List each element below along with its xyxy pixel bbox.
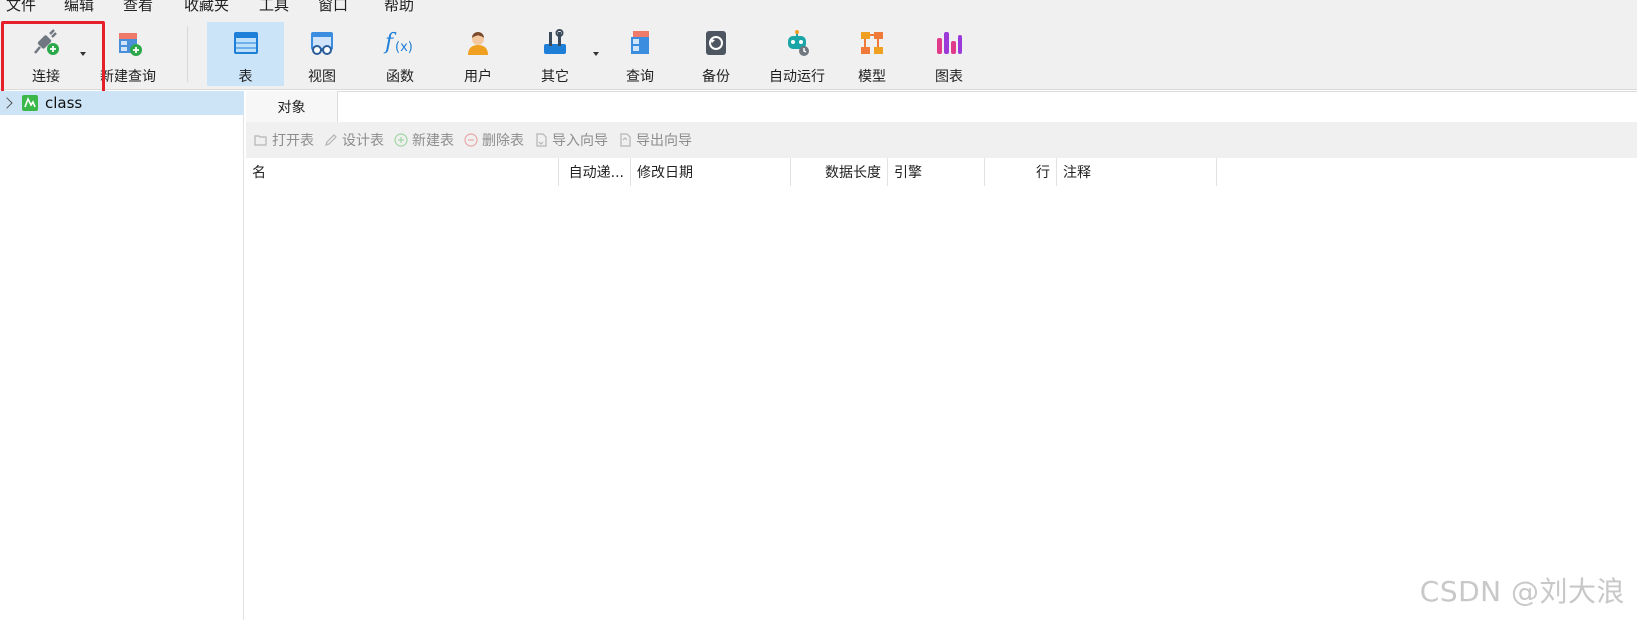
column-header-name[interactable]: 名 [246,158,559,186]
menu-window[interactable]: 窗口 [318,0,348,15]
view-button[interactable]: 视图 [292,22,352,86]
chart-button[interactable]: 图表 [919,22,979,86]
toolbar-divider [187,26,188,82]
menu-file[interactable]: 文件 [6,0,36,15]
tab-strip-fill [338,91,1637,122]
query-icon [623,26,657,59]
view-glasses-icon [305,26,339,59]
column-header-data-length[interactable]: 数据长度 [791,158,888,186]
folder-open-icon [254,133,268,147]
automation-button[interactable]: 自动运行 [758,22,836,86]
delete-table-button[interactable]: 删除表 [464,130,524,150]
new-table-label: 新建表 [412,133,454,149]
object-grid-header: 名 自动递... 修改日期 数据长度 引擎 行 注释 [246,158,1637,186]
backup-label: 备份 [702,69,730,85]
import-wizard-label: 导入向导 [552,133,608,149]
table-label: 表 [238,69,253,85]
watermark: CSDN @刘大浪 [1419,575,1625,608]
menu-edit[interactable]: 编辑 [64,0,94,15]
import-icon [534,133,548,147]
main-toolbar: 连接 新建查询 表 视图 f (x) 函数 用户 其它 查询 备份 自动运行 模… [0,16,1637,113]
svg-text:(x): (x) [395,40,413,55]
other-dropdown-chevron-down-icon[interactable] [593,52,599,56]
other-button[interactable]: 其它 [525,22,585,86]
tree-item-connection[interactable]: class [0,91,244,115]
new-query-label: 新建查询 [100,69,156,85]
function-button[interactable]: f (x) 函数 [370,22,430,86]
object-action-bar: 打开表 设计表 新建表 删除表 导入向导 导出向导 [246,122,1637,158]
new-query-icon [111,26,145,59]
menu-help[interactable]: 帮助 [384,0,414,15]
user-button[interactable]: 用户 [448,22,508,86]
menu-view[interactable]: 查看 [123,0,153,15]
expand-chevron-icon[interactable] [1,97,13,109]
export-wizard-label: 导出向导 [636,133,692,149]
query-label: 查询 [626,69,654,85]
chart-bars-icon [932,26,966,59]
view-label: 视图 [308,69,336,85]
navigation-pane: class [0,91,244,620]
query-button[interactable]: 查询 [610,22,670,86]
plus-circle-icon [394,133,408,147]
column-header-rows[interactable]: 行 [985,158,1057,186]
column-header-comment[interactable]: 注释 [1057,158,1217,186]
other-label: 其它 [541,69,569,85]
pencil-icon [324,133,338,147]
backup-restore-icon [699,26,733,59]
model-button[interactable]: 模型 [842,22,902,86]
robot-icon [780,26,814,59]
backup-button[interactable]: 备份 [686,22,746,86]
mysql-connection-icon [22,95,38,111]
column-header-engine[interactable]: 引擎 [888,158,985,186]
menu-favorites[interactable]: 收藏夹 [184,0,229,15]
export-icon [618,133,632,147]
tools-icon [538,26,572,59]
column-header-auto-increment[interactable]: 自动递... [559,158,631,186]
design-table-label: 设计表 [342,133,384,149]
object-pane: 对象 打开表 设计表 新建表 删除表 导入向导 导出向导 名 自动递... 修改… [246,91,1637,620]
table-button[interactable]: 表 [207,22,284,86]
tab-objects[interactable]: 对象 [246,91,338,122]
delete-table-label: 删除表 [482,133,524,149]
open-table-label: 打开表 [272,133,314,149]
table-icon [229,26,263,59]
design-table-button[interactable]: 设计表 [324,130,384,150]
new-table-button[interactable]: 新建表 [394,130,454,150]
function-label: 函数 [386,69,414,85]
connection-name: class [45,94,83,112]
automation-label: 自动运行 [769,69,825,85]
column-header-modified-date[interactable]: 修改日期 [631,158,791,186]
chart-label: 图表 [935,69,963,85]
menu-tools[interactable]: 工具 [259,0,289,15]
minus-circle-icon [464,133,478,147]
user-label: 用户 [464,69,492,85]
user-icon [461,26,495,59]
model-diagram-icon [855,26,889,59]
tab-strip: 对象 [246,91,1637,122]
model-label: 模型 [858,69,886,85]
open-table-button[interactable]: 打开表 [254,130,314,150]
export-wizard-button[interactable]: 导出向导 [618,130,692,150]
menu-bar: 文件 编辑 查看 收藏夹 工具 窗口 帮助 [0,0,1637,16]
import-wizard-button[interactable]: 导入向导 [534,130,608,150]
function-fx-icon: f (x) [383,26,417,59]
